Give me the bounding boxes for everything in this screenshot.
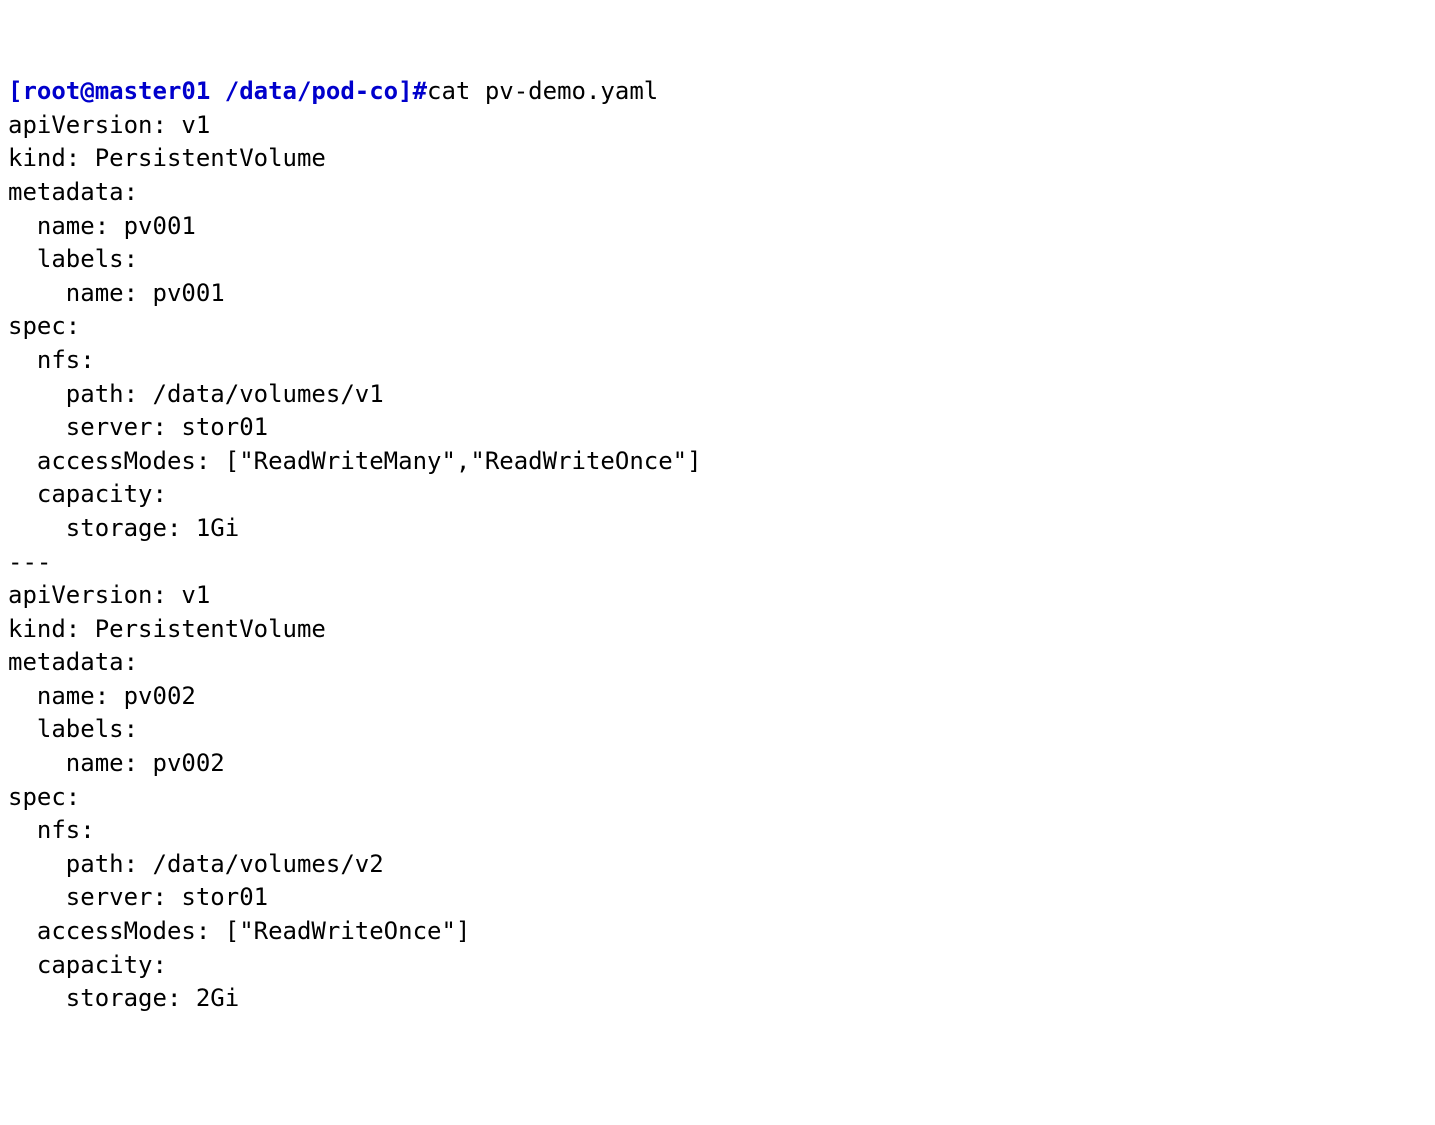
output-line: nfs: <box>8 816 95 844</box>
terminal-window[interactable]: [root@master01 /data/pod-co]#cat pv-demo… <box>8 75 1427 1016</box>
output-line: name: pv001 <box>8 279 225 307</box>
output-line: metadata: <box>8 648 138 676</box>
output-line: spec: <box>8 312 80 340</box>
output-line: name: pv002 <box>8 749 225 777</box>
output-line: capacity: <box>8 951 167 979</box>
output-line: apiVersion: v1 <box>8 111 210 139</box>
output-line: accessModes: ["ReadWriteOnce"] <box>8 917 470 945</box>
output-line: --- <box>8 548 51 576</box>
output-line: labels: <box>8 245 138 273</box>
output-line: metadata: <box>8 178 138 206</box>
output-line: name: pv001 <box>8 212 196 240</box>
shell-prompt: [root@master01 /data/pod-co]# <box>8 77 427 105</box>
output-line: apiVersion: v1 <box>8 581 210 609</box>
output-line: storage: 2Gi <box>8 984 239 1012</box>
output-line: accessModes: ["ReadWriteMany","ReadWrite… <box>8 447 702 475</box>
output-line: capacity: <box>8 480 167 508</box>
output-line: name: pv002 <box>8 682 196 710</box>
output-line: server: stor01 <box>8 413 268 441</box>
output-line: path: /data/volumes/v1 <box>8 380 384 408</box>
output-line: kind: PersistentVolume <box>8 615 326 643</box>
output-line: server: stor01 <box>8 883 268 911</box>
output-line: path: /data/volumes/v2 <box>8 850 384 878</box>
output-line: kind: PersistentVolume <box>8 144 326 172</box>
output-line: spec: <box>8 783 80 811</box>
output-line: labels: <box>8 715 138 743</box>
output-line: storage: 1Gi <box>8 514 239 542</box>
command-text: cat pv-demo.yaml <box>427 77 658 105</box>
output-line: nfs: <box>8 346 95 374</box>
